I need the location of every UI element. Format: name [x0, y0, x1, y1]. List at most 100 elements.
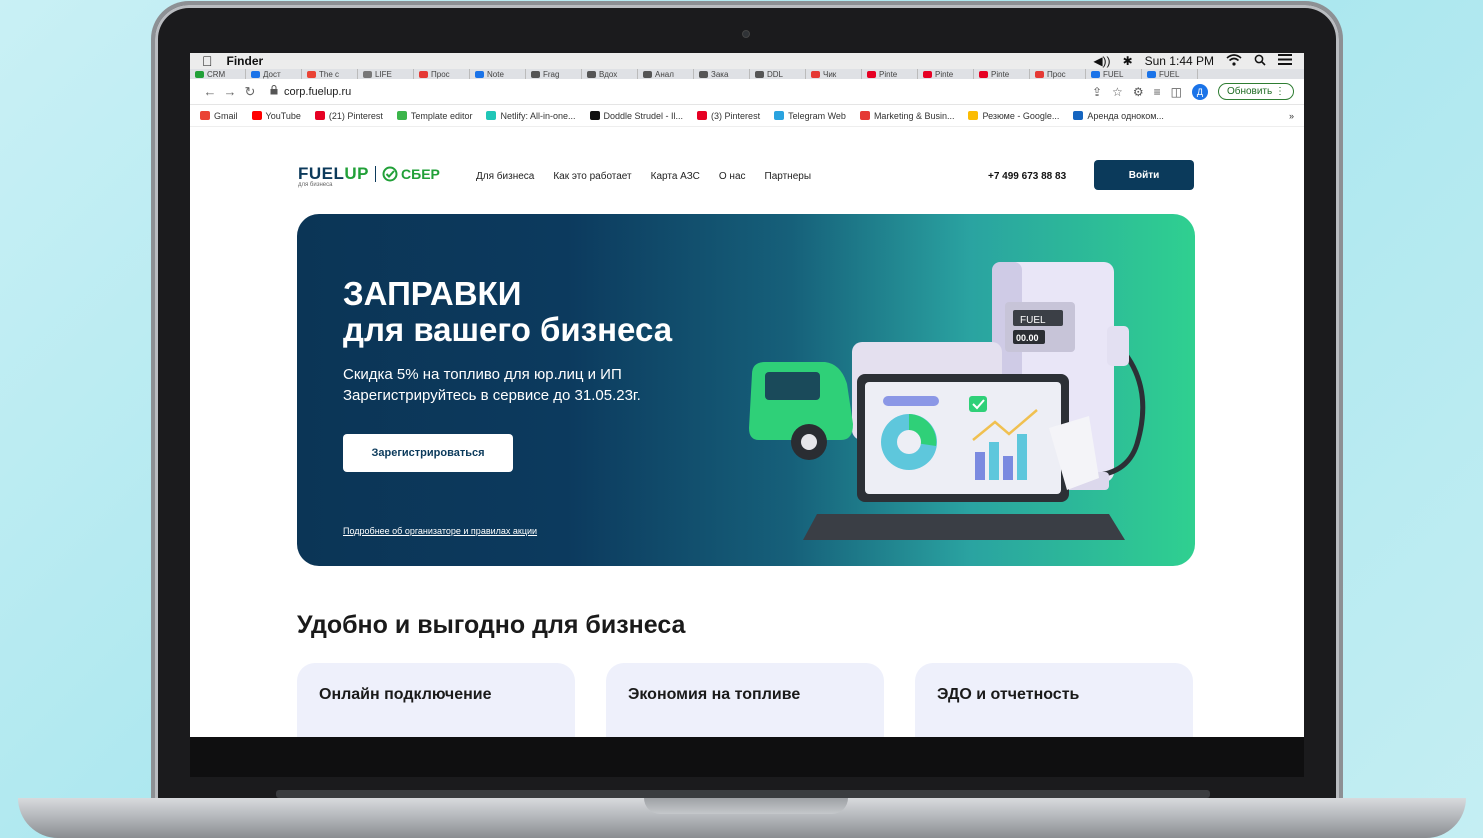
bookmark-favicon-icon — [859, 111, 870, 120]
update-button[interactable]: Обновить ⋮ — [1217, 83, 1294, 100]
fuelup-sber-logo[interactable]: FUELUP СБЕР — [298, 164, 440, 184]
tab-label: Зака — [711, 69, 729, 79]
browser-tab[interactable]: Прос — [414, 69, 470, 79]
tab-label: CRM — [207, 69, 226, 79]
bookmark-item[interactable]: Telegram Web — [774, 111, 846, 121]
browser-tab[interactable]: The c — [302, 69, 358, 79]
active-app-name[interactable]: Finder — [227, 54, 264, 68]
bookmark-label: (21) Pinterest — [328, 110, 383, 121]
pump-display-label: FUEL — [1020, 315, 1046, 326]
bookmarks-overflow-icon[interactable]: » — [1289, 111, 1294, 121]
benefit-card-title: Онлайн подключение — [319, 686, 492, 703]
bookmark-favicon-icon — [697, 111, 708, 120]
bookmark-item[interactable]: (3) Pinterest — [697, 111, 760, 121]
bookmark-favicon-icon — [251, 111, 262, 120]
logo-divider — [375, 166, 377, 182]
benefit-card-edo[interactable]: ЭДО и отчетность — [915, 663, 1193, 737]
benefits-section-title: Удобно и выгодно для бизнеса — [297, 611, 686, 639]
bookmark-item[interactable]: (21) Pinterest — [314, 110, 383, 121]
browser-tab[interactable]: Pinte — [918, 69, 974, 79]
logo-sber: СБЕР — [382, 166, 440, 182]
bookmark-favicon-icon — [589, 111, 600, 120]
tab-label: Дост — [263, 69, 281, 79]
hero-subtitle: Скидка 5% на топливо для юр.лиц и ИП Зар… — [343, 366, 641, 404]
nav-link[interactable]: Для бизнеса — [476, 171, 534, 182]
camera — [742, 30, 750, 38]
nav-link[interactable]: Как это работает — [553, 171, 631, 182]
browser-tab[interactable]: Зака — [694, 69, 750, 79]
phone-number[interactable]: +7 499 673 88 83 — [988, 171, 1066, 182]
nav-link[interactable]: Партнеры — [765, 171, 812, 182]
update-button-label: Обновить — [1226, 86, 1273, 97]
bookmark-favicon-icon — [968, 111, 979, 120]
share-icon[interactable]: ⇪ — [1092, 85, 1102, 99]
control-center-icon[interactable] — [1278, 54, 1292, 68]
tab-label: LIFE — [375, 69, 392, 79]
browser-tab[interactable]: Note — [470, 69, 526, 79]
screen-bezel-bottom — [190, 737, 1304, 777]
address-bar[interactable]: corp.fuelup.ru — [270, 85, 351, 98]
browser-tab[interactable]: Frag — [526, 69, 582, 79]
tab-label: Чик — [823, 69, 837, 79]
tab-label: The c — [319, 69, 340, 79]
reading-list-icon[interactable]: ≡ — [1154, 85, 1161, 99]
browser-tab[interactable]: Чик — [806, 69, 862, 79]
bookmark-label: Резюме - Google... — [982, 110, 1060, 121]
bookmark-item[interactable]: Doddle Strudel - Il... — [589, 110, 684, 121]
tab-label: Прос — [1047, 69, 1066, 79]
benefit-card-online[interactable]: Онлайн подключение — [297, 663, 575, 737]
side-panel-icon[interactable]: ◫ — [1171, 85, 1182, 99]
bookmark-label: Аренда одноком... — [1087, 110, 1164, 121]
volume-icon[interactable]: ◀)) — [1093, 54, 1110, 68]
login-button[interactable]: Войти — [1094, 160, 1194, 190]
browser-tab[interactable]: FUEL — [1142, 69, 1198, 79]
register-button[interactable]: Зарегистрироваться — [343, 434, 513, 472]
bluetooth-icon[interactable]: ✱ — [1123, 54, 1133, 68]
bookmark-item[interactable]: YouTube — [251, 111, 301, 121]
bookmark-item[interactable]: Аренда одноком... — [1073, 111, 1164, 121]
tab-label: FUEL — [1159, 69, 1180, 79]
browser-tab[interactable]: Прос — [1030, 69, 1086, 79]
nav-link[interactable]: О нас — [719, 171, 746, 182]
profile-avatar[interactable]: Д — [1191, 83, 1208, 100]
browser-tab[interactable]: DDL — [750, 69, 806, 79]
extensions-icon[interactable]: ⚙ — [1133, 85, 1144, 99]
browser-tab[interactable]: Pinte — [862, 69, 918, 79]
site-header: FUELUP СБЕР для бизнеса Для бизнеса Как э… — [190, 160, 1304, 196]
bookmark-item[interactable]: Netlify: All-in-one... — [486, 111, 576, 121]
bookmark-item[interactable]: Резюме - Google... — [968, 111, 1059, 121]
bookmark-star-icon[interactable]: ☆ — [1112, 85, 1123, 99]
wifi-icon[interactable] — [1226, 53, 1242, 69]
logo-subtitle: для бизнеса — [298, 182, 333, 188]
apple-icon[interactable]:  — [202, 53, 213, 69]
nav-link[interactable]: Карта АЗС — [651, 171, 700, 182]
browser-tab[interactable]: CRM — [190, 69, 246, 79]
bookmark-item[interactable]: Marketing & Busin... — [859, 110, 955, 121]
promo-rules-link[interactable]: Подробнее об организаторе и правилах акц… — [343, 526, 537, 536]
tab-label: Pinte — [991, 69, 1010, 79]
browser-tab[interactable]: Вдох — [582, 69, 638, 79]
bookmark-label: Marketing & Busin... — [873, 110, 955, 121]
laptop-hinge — [276, 790, 1210, 798]
menubar-clock[interactable]: Sun 1:44 PM — [1145, 54, 1214, 68]
url-text[interactable]: corp.fuelup.ru — [284, 86, 351, 98]
reload-icon[interactable]: ↻ — [240, 84, 260, 100]
bookmark-label: Doddle Strudel - Il... — [603, 110, 684, 121]
browser-tab[interactable]: LIFE — [358, 69, 414, 79]
tab-label: DDL — [767, 69, 784, 79]
spotlight-search-icon[interactable] — [1254, 54, 1266, 69]
browser-tab[interactable]: Pinte — [974, 69, 1030, 79]
browser-tab[interactable]: FUEL — [1086, 69, 1142, 79]
benefit-card-savings[interactable]: Экономия на топливе — [606, 663, 884, 737]
forward-icon[interactable]: → — [220, 84, 240, 99]
bookmark-favicon-icon — [314, 111, 325, 120]
bookmark-item[interactable]: Template editor — [396, 111, 472, 121]
bookmark-item[interactable]: Gmail — [200, 111, 238, 121]
pump-display-value: 00.00 — [1016, 333, 1039, 343]
hero-title: ЗАПРАВКИ для вашего бизнеса — [343, 275, 673, 349]
browser-tab[interactable]: Дост — [246, 69, 302, 79]
back-icon[interactable]: ← — [200, 84, 220, 99]
browser-tab[interactable]: Анал — [638, 69, 694, 79]
browser-toolbar: ← → ↻ corp.fuelup.ru ⇪ ☆ ⚙ ≡ ◫ Д Обновит… — [190, 79, 1304, 105]
tab-favicon-icon — [363, 70, 372, 78]
